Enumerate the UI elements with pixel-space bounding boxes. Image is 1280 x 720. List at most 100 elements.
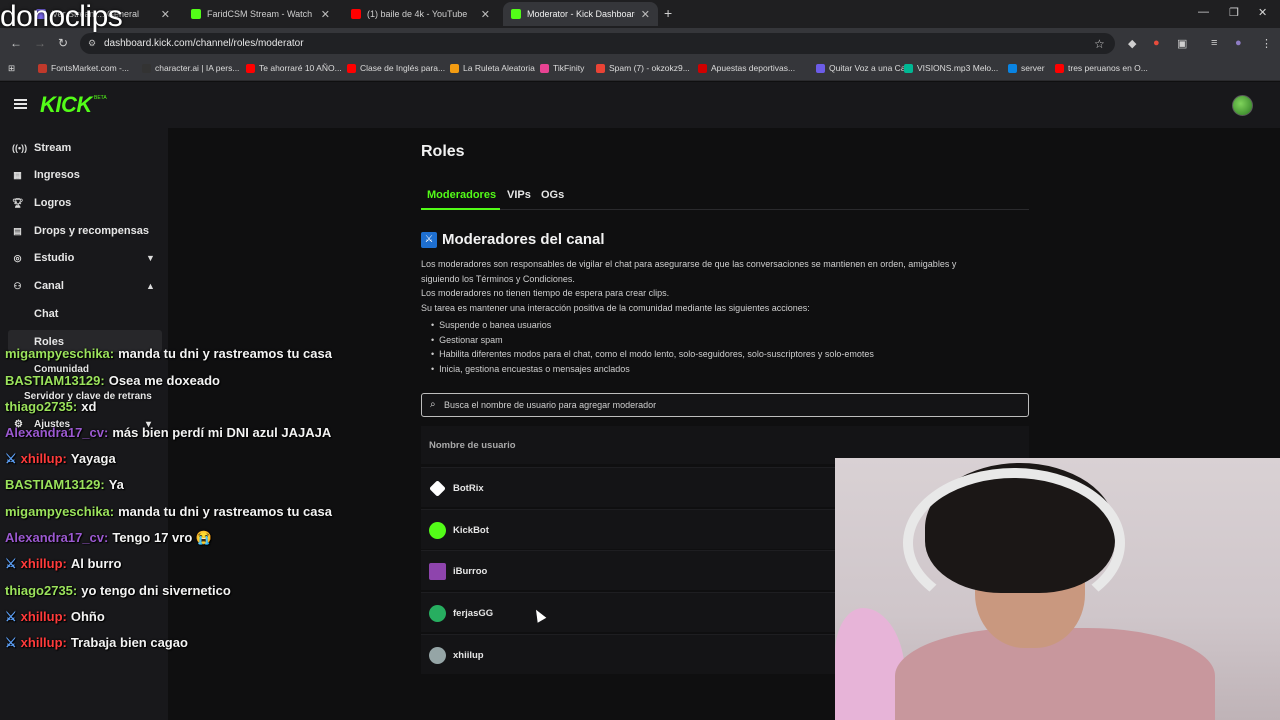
description-line: Los moderadores no tienen tiempo de espe… [421, 288, 670, 298]
close-icon[interactable]: ✕ [161, 8, 170, 21]
bookmark-favicon-icon [142, 63, 151, 73]
reload-icon[interactable]: ↻ [58, 36, 68, 50]
description-line: siguiendo los Términos y Condiciones. [421, 274, 575, 284]
description-line: Los moderadores son responsables de vigi… [421, 259, 957, 269]
kick-logo[interactable]: KICK [40, 92, 92, 118]
moderator-badge-icon: ⚔ [5, 609, 17, 624]
chat-username: BASTIAM13129: [5, 373, 105, 388]
bookmark-favicon-icon [816, 63, 825, 73]
close-icon[interactable]: ✕ [481, 8, 490, 21]
youtube-favicon-icon [351, 9, 361, 19]
broadcast-icon: ((•)) [12, 143, 28, 153]
bookmark-item[interactable]: Clase de Inglés para... [347, 63, 445, 73]
bookmark-item[interactable]: Quitar Voz a una Ca... [816, 63, 913, 73]
table-row[interactable]: xhiilup [421, 634, 841, 674]
bookmark-favicon-icon [38, 63, 47, 73]
url-text[interactable]: dashboard.kick.com/channel/roles/moderat… [104, 38, 304, 49]
chat-message: Alexandra17_cv: Tengo 17 vro 😭 [5, 530, 212, 546]
back-icon[interactable]: ← [10, 36, 22, 50]
minimize-icon[interactable]: — [1198, 6, 1209, 18]
chat-text: Osea me doxeado [108, 373, 220, 388]
new-tab-icon[interactable]: + [664, 5, 672, 21]
chat-message: ⚔ xhillup: Yayaga [5, 451, 116, 467]
sidebar-item-drops[interactable]: ▤ Drops y recompensas [12, 225, 149, 237]
browser-tab[interactable]: (1) baile de 4k - YouTube ✕ [343, 2, 498, 26]
sidebar-item-ingresos[interactable]: ▦ Ingresos [12, 169, 80, 181]
bookmark-item[interactable]: Spam (7) - okzokz9... [596, 63, 690, 73]
sidebar-item-logros[interactable]: 🏆︎ Logros [12, 197, 71, 209]
kick-favicon-icon [191, 9, 201, 19]
close-window-icon[interactable]: ✕ [1258, 6, 1267, 19]
tab-vips[interactable]: VIPs [507, 189, 531, 201]
tab-ogs[interactable]: OGs [541, 189, 564, 201]
bookmark-item[interactable]: character.ai | IA pers... [142, 63, 239, 73]
browser-tab-active[interactable]: Moderator - Kick Dashboard ✕ [503, 2, 658, 26]
chat-username: xhillup: [20, 635, 67, 650]
chat-message: migampyeschika: manda tu dni y rastreamos… [5, 346, 332, 361]
bookmark-favicon-icon [904, 63, 913, 73]
bookmark-item[interactable]: FontsMarket.com -... [38, 63, 129, 73]
bookmark-item[interactable]: server [1008, 63, 1045, 73]
sidebar-item-stream[interactable]: ((•)) Stream [12, 142, 71, 154]
media-icon[interactable]: ≡ [1211, 37, 1217, 49]
maximize-icon[interactable]: ❐ [1229, 6, 1239, 19]
menu-kebab-icon[interactable]: ⋮ [1261, 37, 1272, 50]
chat-text: manda tu dni y rastreamos tu casa [118, 346, 332, 361]
table-row[interactable]: iBurroo [421, 550, 841, 590]
bookmark-item[interactable]: Apuestas deportivas... [698, 63, 795, 73]
sidebar [0, 128, 168, 720]
kickbot-avatar-icon [429, 522, 446, 539]
profile-icon[interactable]: ● [1235, 37, 1242, 49]
site-info-icon[interactable]: ⚙ [88, 38, 96, 49]
close-icon[interactable]: ✕ [321, 8, 330, 21]
bookmark-item[interactable]: VISIONS.mp3 Melo... [904, 63, 998, 73]
sidebar-item-canal[interactable]: ⚇ Canal [12, 280, 64, 292]
sidebar-item-ajustes[interactable]: Ajustes [34, 419, 70, 430]
close-icon[interactable]: ✕ [641, 8, 650, 21]
chat-text: Al burro [70, 556, 122, 571]
description-line: Su tarea es mantener una interacción pos… [421, 303, 810, 313]
chat-message: ⚔ xhillup: Ohño [5, 609, 105, 625]
studio-icon: ◎ [13, 252, 22, 263]
table-row[interactable]: ferjasGG [421, 592, 841, 632]
apps-grid-icon[interactable]: ⊞ [8, 63, 15, 74]
hamburger-menu-icon[interactable] [14, 99, 27, 109]
iburroo-avatar-icon [429, 563, 446, 580]
table-row[interactable]: KickBot [421, 509, 841, 549]
bookmark-item[interactable]: TikFinity [540, 63, 584, 73]
bookmark-item[interactable]: tres peruanos en O... [1055, 63, 1148, 73]
address-bar[interactable]: ⚙ dashboard.kick.com/channel/roles/moder… [80, 33, 1115, 54]
extensions-puzzle-icon[interactable]: ▣ [1177, 37, 1187, 50]
chevron-down-icon[interactable]: ▼ [146, 253, 155, 263]
chat-username: xhillup: [20, 556, 67, 571]
chat-text: Ohño [70, 609, 105, 624]
bookmark-item[interactable]: La Ruleta Aleatoria [450, 63, 535, 73]
bookmark-favicon-icon [347, 63, 356, 73]
user-avatar[interactable] [1232, 95, 1253, 116]
chevron-down-icon[interactable]: ▾ [146, 419, 151, 430]
watermark: donoclips [0, 0, 123, 33]
bookmark-star-icon[interactable]: ☆ [1094, 37, 1105, 51]
sidebar-item-estudio[interactable]: ◎ Estudio [12, 252, 75, 264]
chat-text: manda tu dni y rastreamos tu casa [118, 504, 332, 519]
moderator-search-input[interactable] [444, 398, 1014, 412]
browser-tab[interactable]: FaridCSM Stream - Watch Live ✕ [183, 2, 338, 26]
chevron-up-icon[interactable]: ▲ [146, 281, 155, 291]
extension-icon[interactable]: ◆ [1128, 37, 1136, 50]
bookmark-item[interactable]: Te ahorraré 10 AÑO... [246, 63, 342, 73]
bullet-item: Suspende o banea usuarios [431, 320, 551, 330]
screen: Ver Stream... General ✕ FaridCSM Stream … [0, 0, 1280, 720]
chat-text: Tengo 17 vro 😭 [112, 530, 213, 545]
table-row[interactable]: BotRix [421, 467, 841, 507]
forward-icon[interactable]: → [34, 36, 46, 50]
sidebar-subitem-comunidad[interactable]: Comunidad [34, 364, 89, 375]
bookmark-favicon-icon [698, 63, 707, 73]
sidebar-subitem-servidor[interactable]: Servidor y clave de retrans [24, 391, 152, 402]
extension-icon[interactable]: ● [1153, 37, 1160, 49]
chat-username: BASTIAM13129: [5, 477, 105, 492]
sidebar-subitem-chat[interactable]: Chat [34, 308, 58, 320]
sword-icon: ⚔ [421, 232, 437, 248]
chat-text: Ya [108, 477, 124, 492]
botrix-avatar-icon [429, 480, 446, 497]
tab-moderadores[interactable]: Moderadores [427, 189, 496, 201]
